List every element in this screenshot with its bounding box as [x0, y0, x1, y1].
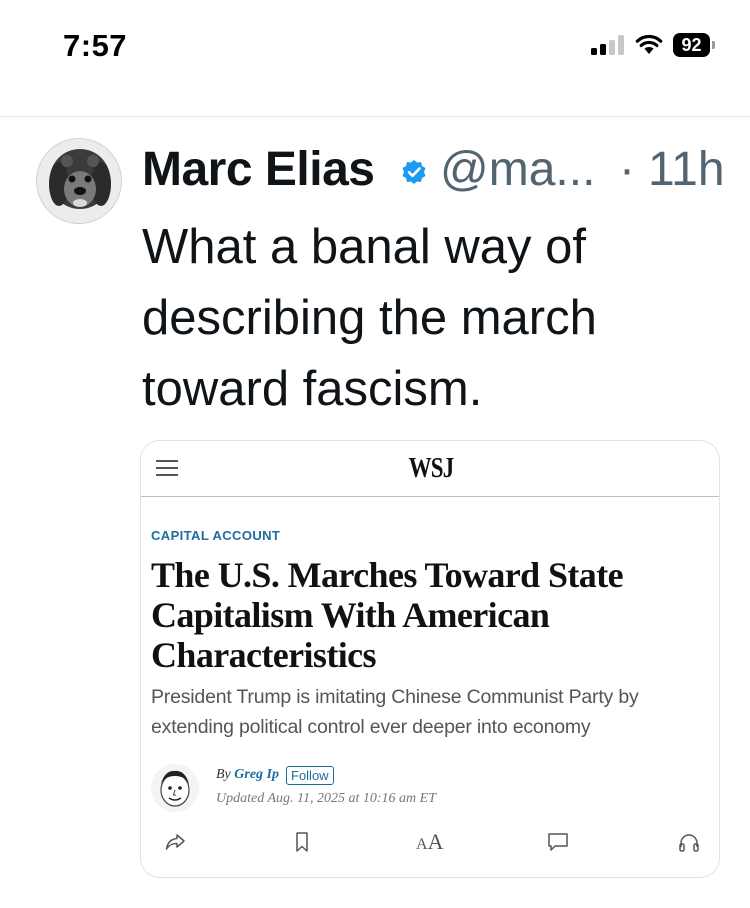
status-time: 7:57: [63, 28, 128, 63]
wifi-icon: [635, 34, 663, 54]
section-label: CAPITAL ACCOUNT: [151, 528, 281, 543]
share-icon: [165, 834, 185, 850]
battery-level: 92: [681, 35, 702, 55]
bookmark-icon: [296, 832, 308, 852]
author-avatar[interactable]: [36, 138, 122, 224]
separator-dot: ·: [619, 143, 635, 196]
headphones-icon: [679, 834, 699, 852]
author-handle[interactable]: @ma...: [440, 142, 595, 197]
tweet-timestamp[interactable]: 11h: [648, 142, 725, 197]
embedded-article-screenshot[interactable]: WSJ CAPITAL ACCOUNT The U.S. Marches Tow…: [140, 440, 720, 878]
comment-icon: [548, 833, 568, 851]
card-divider: [141, 496, 719, 497]
follow-button: Follow: [286, 766, 334, 785]
verified-badge-icon: [402, 160, 426, 184]
byline-prefix: By: [216, 767, 231, 782]
article-headline: The U.S. Marches Toward State Capitalism…: [151, 555, 624, 675]
byline-author: Greg Ip: [234, 767, 279, 782]
article-dek: President Trump is imitating Chinese Com…: [151, 686, 639, 738]
tweet-text: What a banal way of describing the march…: [142, 220, 597, 416]
byline: By Greg Ip: [216, 767, 279, 783]
header-divider: [0, 116, 750, 117]
cellular-signal-icon: [591, 35, 624, 55]
battery-indicator: 92: [673, 33, 715, 57]
updated-timestamp: Updated Aug. 11, 2025 at 10:16 am ET: [216, 791, 436, 806]
author-name[interactable]: Marc Elias: [142, 142, 375, 197]
author-photo: [151, 764, 199, 812]
wsj-logo: WSJ: [408, 453, 455, 484]
menu-icon: [156, 460, 178, 476]
text-size-icon: AA: [416, 829, 444, 854]
